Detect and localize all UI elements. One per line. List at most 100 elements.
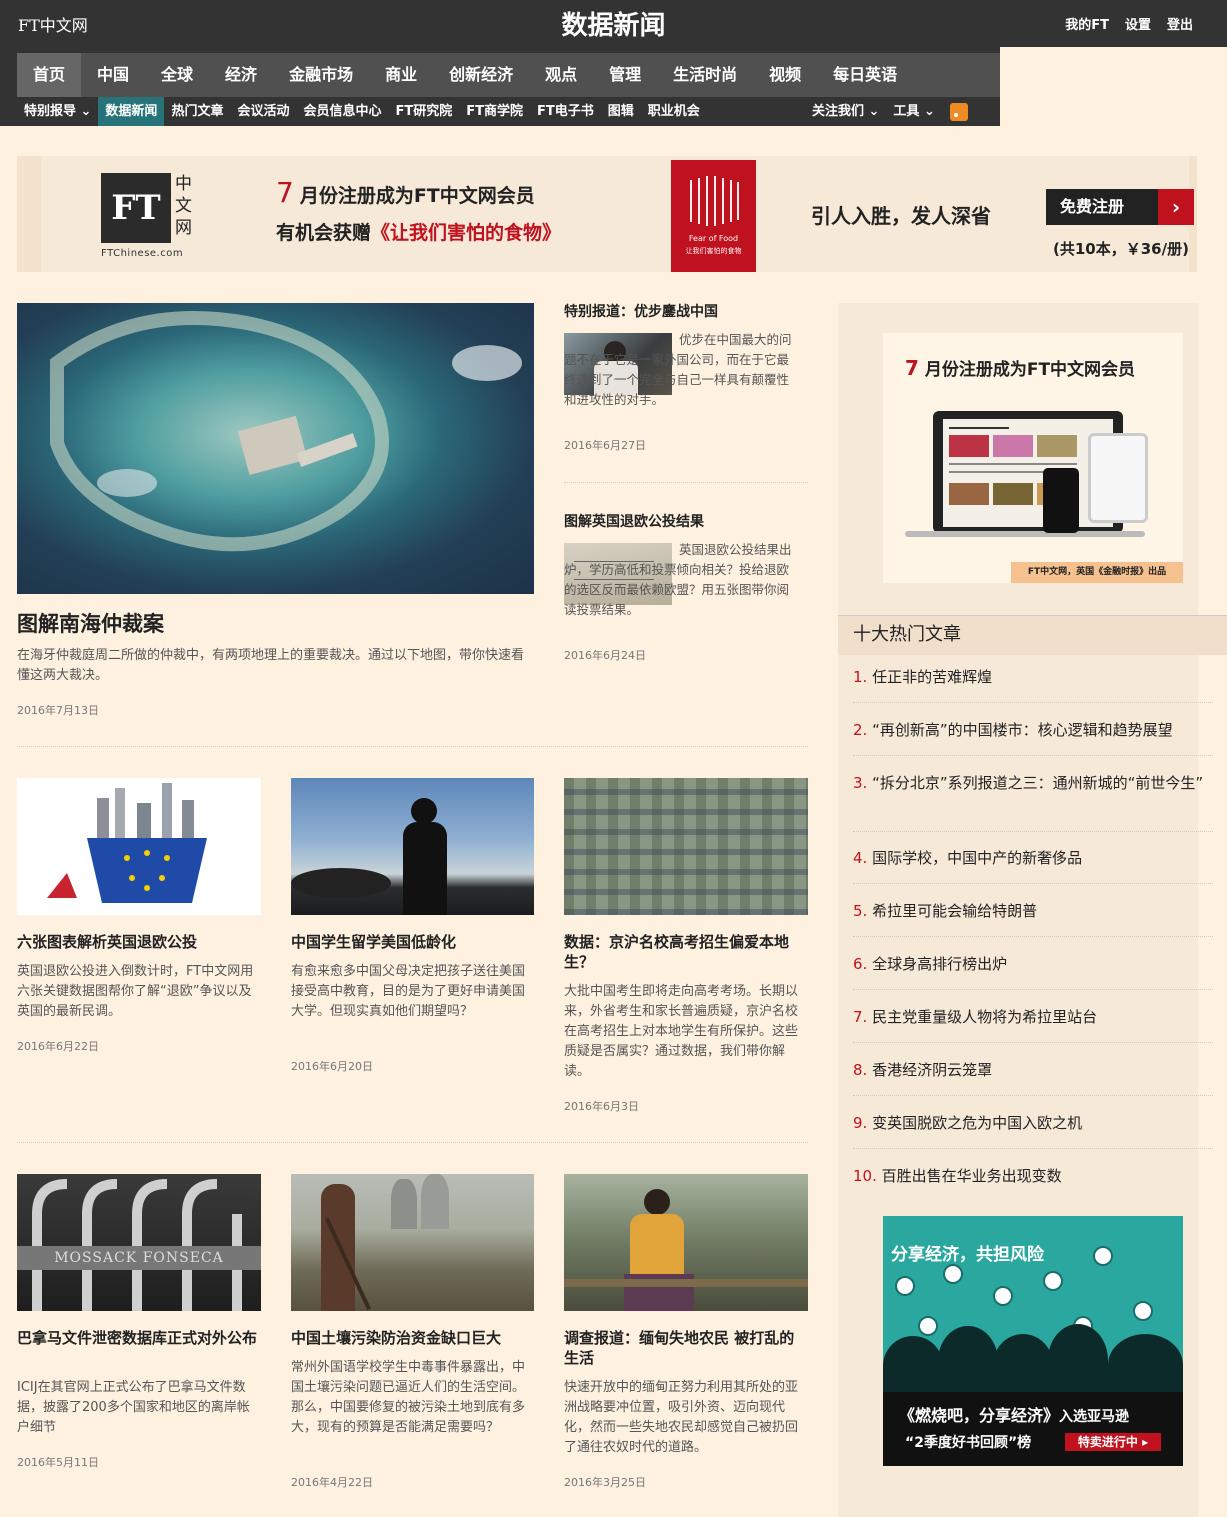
main-nav: 首页 中国 全球 经济 金融市场 商业 创新经济 观点 管理 生活时尚 视频 每…: [0, 47, 1000, 97]
top-article-item[interactable]: 7. 民主党重量级人物将为希拉里站台: [853, 1006, 1213, 1028]
grid-article-title[interactable]: 中国学生留学美国低龄化: [291, 932, 534, 952]
idea-icon: [1093, 1246, 1113, 1266]
divider: [17, 1142, 808, 1143]
myanmar-farmer-image[interactable]: [564, 1174, 808, 1311]
grid-article-date: 2016年6月20日: [291, 1060, 373, 1073]
grid-article-date: 2016年6月22日: [17, 1040, 99, 1053]
subnav-ebook[interactable]: FT电子书: [530, 97, 601, 126]
subnav-hot[interactable]: 热门文章: [164, 97, 230, 126]
nav-business[interactable]: 商业: [369, 53, 433, 97]
subnav-research[interactable]: FT研究院: [388, 97, 459, 126]
grid-article-desc: ICIJ在其官网上正式公布了巴拿马文件数据，披露了200多个国家和地区的离岸帐户…: [17, 1380, 250, 1435]
chevron-right-icon: ›: [1158, 189, 1194, 225]
subnav-data-news[interactable]: 数据新闻: [98, 97, 165, 126]
side-article-date: 2016年6月27日: [564, 439, 646, 452]
subnav-special[interactable]: 特别报导 ⌄: [17, 97, 98, 126]
side-article-desc: 优步在中国最大的问题不在于它是一家外国公司，而在于它最终遇到了一个完全与自己一样…: [564, 332, 792, 407]
grid-article-date: 2016年3月25日: [564, 1476, 646, 1489]
grid-article-desc: 英国退欧公投进入倒数计时，FT中文网用六张关键数据图帮你了解“退欧”争议以及英国…: [17, 964, 254, 1019]
nav-home[interactable]: 首页: [17, 53, 82, 97]
featured-image[interactable]: [17, 303, 534, 594]
tools-menu[interactable]: 工具 ⌄: [886, 97, 941, 126]
subnav-member[interactable]: 会员信息中心: [296, 97, 388, 126]
register-banner[interactable]: FT 中文网 FTChinese.com 7 月份注册成为FT中文网会员 有机会获…: [17, 156, 1197, 272]
top-bar: FT中文网 数据新闻 我的FT 设置 登出: [0, 0, 1227, 47]
top-article-item[interactable]: 5. 希拉里可能会输给特朗普: [853, 900, 1213, 922]
book-cover-image: Fear of Food 让我们害怕的食物: [671, 160, 756, 272]
nav-economy[interactable]: 经济: [209, 53, 273, 97]
nav-opinion[interactable]: 观点: [529, 53, 593, 97]
nav-management[interactable]: 管理: [593, 53, 657, 97]
grid-article-title[interactable]: 六张图表解析英国退欧公投: [17, 932, 261, 952]
sharing-economy-ad[interactable]: 分享经济，共担风险 《燃烧吧，分享经济》入选亚马逊 “2季度好书回顾”榜 特卖进…: [883, 1216, 1183, 1466]
globe-icon: [1133, 1301, 1153, 1321]
banner-slogan: 引人入胜，发人深省: [811, 204, 991, 228]
subnav-jobs[interactable]: 职业机会: [641, 97, 707, 126]
side-article-title[interactable]: 图解英国退欧公投结果: [564, 512, 704, 532]
nav-china[interactable]: 中国: [81, 53, 145, 97]
divider: [564, 482, 808, 483]
page-title: 数据新闻: [561, 11, 666, 41]
grid-article-desc: 有愈来愈多中国父母决定把孩子送往美国接受高中教育，目的是为了更好申请美国大学。但…: [291, 964, 526, 1019]
grid-article-desc: 常州外国语学校学生中毒事件暴露出，中国土壤污染问题已逼近人们的生活空间。那么，中…: [291, 1360, 526, 1435]
top-article-item[interactable]: 10. 百胜出售在华业务出现变数: [853, 1165, 1213, 1187]
subnav-events[interactable]: 会议活动: [230, 97, 296, 126]
student-silhouette-image[interactable]: [291, 778, 534, 915]
grid-article-desc: 大批中国考生即将走向高考考场。长期以来，外省考生和家长普遍质疑，京沪名校在高考招…: [564, 984, 799, 1079]
tablet-image: [1088, 433, 1148, 523]
side-article-title[interactable]: 特别报道：优步鏖战中国: [564, 302, 718, 322]
top-article-item[interactable]: 1. 任正非的苦难辉煌: [853, 666, 1213, 688]
top-article-item[interactable]: 4. 国际学校，中国中产的新奢侈品: [853, 847, 1213, 869]
nav-video[interactable]: 视频: [753, 53, 817, 97]
grid-article-title[interactable]: 巴拿马文件泄密数据库正式对外公布: [17, 1328, 261, 1348]
user-links: 我的FT 设置 登出: [1065, 14, 1193, 33]
grid-article-date: 2016年5月11日: [17, 1456, 99, 1469]
subnav-academy[interactable]: FT商学院: [459, 97, 530, 126]
rss-icon[interactable]: [949, 102, 968, 121]
nav-english[interactable]: 每日英语: [817, 53, 913, 97]
mossack-fonseca-image[interactable]: MOSSACK FONSECA: [17, 1174, 261, 1311]
side-article-date: 2016年6月24日: [564, 649, 646, 662]
nav-global[interactable]: 全球: [145, 53, 209, 97]
divider: [17, 746, 808, 747]
sign-text: MOSSACK FONSECA: [54, 1250, 224, 1266]
grid-article-title[interactable]: 中国土壤污染防治资金缺口巨大: [291, 1328, 534, 1348]
grid-article-title[interactable]: 数据：京沪名校高考招生偏爱本地生？: [564, 932, 808, 972]
nav-markets[interactable]: 金融市场: [273, 53, 369, 97]
subnav-gallery[interactable]: 图辑: [601, 97, 641, 126]
featured-desc: 在海牙仲裁庭周二所做的仲裁中，有两项地理上的重要裁决。通过以下地图，带你快速看懂…: [17, 648, 525, 683]
my-ft-link[interactable]: 我的FT: [1065, 14, 1109, 33]
soil-pollution-image[interactable]: [291, 1174, 534, 1311]
user-icon: [1043, 1271, 1063, 1291]
top-article-item[interactable]: 8. 香港经济阴云笼罩: [853, 1059, 1213, 1081]
sub-nav: 特别报导 ⌄ 数据新闻 热门文章 会议活动 会员信息中心 FT研究院 FT商学院…: [0, 97, 1000, 126]
phone-image: [1043, 468, 1079, 533]
banner-line1: 7 月份注册成为FT中文网会员: [276, 176, 535, 209]
side-article-desc: 英国退欧公投结果出炉，学历高低和投票倾向相关？投给退欧的选区反而最依赖欧盟？用五…: [564, 542, 792, 617]
logout-link[interactable]: 登出: [1167, 14, 1193, 33]
top-articles-title: 十大热门文章: [838, 615, 1227, 655]
banner-line2: 有机会获赠《让我们害怕的食物》: [276, 222, 562, 244]
follow-us-menu[interactable]: 关注我们 ⌄: [805, 97, 886, 126]
grid-article-title[interactable]: 调查报道：缅甸失地农民 被打乱的生活: [564, 1328, 808, 1368]
settings-link[interactable]: 设置: [1125, 14, 1151, 33]
top-article-item[interactable]: 6. 全球身高排行榜出炉: [853, 953, 1213, 975]
featured-title[interactable]: 图解南海仲裁案: [17, 611, 164, 637]
eu-cartoon-image[interactable]: [17, 778, 261, 915]
grid-article-desc: 快速开放中的缅甸正努力利用其所处的亚洲战略要冲位置，吸引外资、迈向现代化，然而一…: [564, 1380, 799, 1455]
play-icon: [895, 1276, 915, 1296]
nav-lifestyle[interactable]: 生活时尚: [657, 53, 753, 97]
exam-hall-image[interactable]: [564, 778, 808, 915]
ft-chinese-logo: FT 中文网 FTChinese.com: [101, 173, 193, 261]
top-article-item[interactable]: 2. “再创新高”的中国楼市：核心逻辑和趋势展望: [853, 719, 1213, 741]
top-article-item[interactable]: 3. “拆分北京”系列报道之三：通州新城的“前世今生”: [853, 772, 1213, 794]
sale-button[interactable]: 特卖进行中 ▸: [1065, 1433, 1161, 1451]
sidebar: 7 月份注册成为FT中文网会员 FT中文网，英国《金融时报》出品 十大热门文章 …: [838, 303, 1227, 1517]
top-article-item[interactable]: 9. 变英国脱欧之危为中国入欧之机: [853, 1112, 1213, 1134]
featured-date: 2016年7月13日: [17, 704, 99, 717]
membership-ad[interactable]: 7 月份注册成为FT中文网会员 FT中文网，英国《金融时报》出品: [883, 333, 1183, 583]
ad-footer: FT中文网，英国《金融时报》出品: [1011, 562, 1183, 583]
cart-icon: [918, 1316, 938, 1336]
nav-innovation[interactable]: 创新经济: [433, 53, 529, 97]
register-button[interactable]: 免费注册 ›: [1046, 189, 1194, 225]
